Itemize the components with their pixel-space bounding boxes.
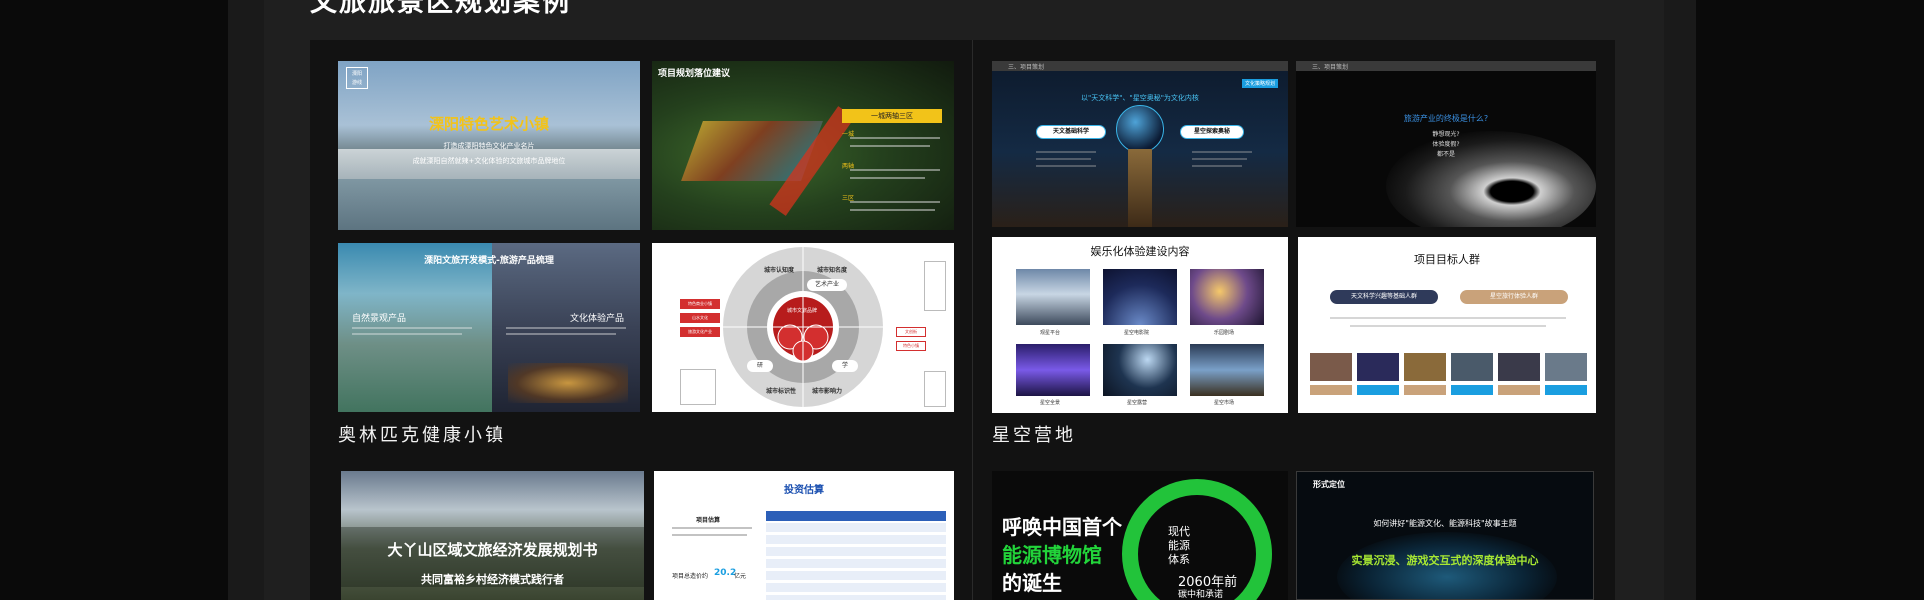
right-margin — [1696, 0, 1924, 600]
total-unit: 亿元 — [734, 573, 747, 580]
slide-title: 溧阳文旅开发模式-旅游产品梳理 — [424, 256, 554, 266]
slide-title: 溧阳特色艺术小镇 — [428, 115, 549, 133]
photo-5 — [1103, 344, 1177, 396]
slide-badge: 文化策略规划 — [1242, 79, 1279, 88]
audience-photo-6 — [1545, 353, 1587, 381]
mid-3: 体系 — [1168, 553, 1190, 566]
photo-1 — [1016, 269, 1090, 325]
photo-3 — [1190, 269, 1264, 325]
ring-top-left: 城市认知度 — [764, 267, 795, 274]
pill-art-industry: 艺术产业 — [807, 279, 847, 291]
ring-top-right: 城市知名度 — [817, 267, 848, 274]
answer-1: 静想观光? — [1432, 131, 1460, 138]
left-box-3: 旅游文化产业 — [680, 327, 720, 337]
caption-6: 星空市场 — [1214, 400, 1235, 406]
right-box-2: 特色小镇 — [896, 341, 926, 351]
case2-slide-tourism-question[interactable]: 三、项目策划 旅游产业的终极是什么? 静想观光? 体验度假? 都不是 — [1296, 61, 1596, 227]
case2-slide-target-audience[interactable]: 项目目标人群 天文科学兴趣等基础人群 星空旅行体验人群 — [1298, 237, 1596, 413]
audience-photo-5 — [1498, 353, 1540, 381]
slide-title: 投资估算 — [784, 485, 824, 496]
slide-title: 娱乐化体验建设内容 — [1090, 245, 1190, 258]
caption-3: 乐园剧场 — [1214, 330, 1235, 336]
pill-left: 天文科学兴趣等基础人群 — [1330, 290, 1438, 304]
line1: 呼唤中国首个 — [1002, 515, 1122, 539]
slide-title: 项目规划落位建议 — [658, 69, 731, 79]
pill-learn: 学 — [832, 360, 858, 372]
slide-title: 大丫山区域文旅经济发展规划书 — [387, 541, 598, 559]
slide-subtitle: 共同富裕乡村经济模式践行者 — [421, 573, 564, 586]
ring-bottom-left: 城市标识性 — [766, 388, 797, 395]
caption-5: 星空露营 — [1127, 400, 1148, 406]
total-value: 20.2 — [714, 568, 737, 578]
ring-bottom-right: 城市影响力 — [812, 388, 843, 395]
case3-slide-cover[interactable]: 大丫山区域文旅经济发展规划书 共同富裕乡村经济模式践行者 — [341, 471, 644, 600]
left-node: 天文基础科学 — [1036, 125, 1106, 139]
slide-label: 形式定位 — [1313, 480, 1345, 489]
caption-4: 星空全景 — [1040, 400, 1061, 406]
case1-name[interactable]: 奥林匹克健康小镇 — [338, 421, 506, 447]
photo-4 — [1016, 344, 1090, 396]
caption-1: 观星平台 — [1040, 330, 1061, 336]
case1-slide-art-town[interactable]: 溧阳 游线 溧阳特色艺术小镇 打造成溧阳特色文化产业名片 成就溧阳自然就辣+文化… — [338, 61, 640, 230]
answer-2: 体验度假? — [1432, 141, 1460, 148]
audience-photo-3 — [1404, 353, 1446, 381]
label-total: 项目总造价约 — [672, 573, 709, 580]
slide-tag: 一城两轴三区 — [842, 109, 942, 123]
case2-slide-entertainment[interactable]: 娱乐化体验建设内容 观星平台 星空电影院 乐园剧场 星空全景 星空露营 星空市场 — [992, 237, 1288, 413]
audience-photo-1 — [1310, 353, 1352, 381]
audience-photo-4 — [1451, 353, 1493, 381]
line2: 能源博物馆 — [1002, 543, 1102, 567]
year-sub: 碳中和承诺 — [1178, 590, 1224, 600]
slide-question: 旅游产业的终极是什么? — [1403, 114, 1489, 123]
section-label: 三、项目策划 — [1312, 64, 1349, 71]
case4-slide-positioning[interactable]: 形式定位 如何讲好"能源文化、能源科技"故事主题 实景沉浸、游戏交互式的深度体验… — [1296, 471, 1594, 600]
audience-photo-2 — [1357, 353, 1399, 381]
left-box-1: 特色商业小镇 — [680, 299, 720, 309]
left-box-2: 山水文化 — [680, 313, 720, 323]
pill-right: 星空旅行体验人群 — [1460, 290, 1568, 304]
case1-slide-planning-map[interactable]: 项目规划落位建议 一城两轴三区 一城 两轴 三区 — [652, 61, 954, 230]
case4-slide-energy-museum[interactable]: 呼唤中国首个 能源博物馆 的诞生 现代 能源 体系 2060年前 碳中和承诺 — [992, 471, 1288, 600]
answer-3: 都不是 — [1436, 151, 1455, 158]
slide-answer: 实景沉浸、游戏交互式的深度体验中心 — [1351, 554, 1539, 567]
photo-6 — [1190, 344, 1264, 396]
case1-slide-brand-diagram[interactable]: 城市认知度 城市知名度 城市标识性 城市影响力 城市文旅品牌 艺术产业 研 学 … — [652, 243, 954, 412]
slide-line2: 成就溧阳自然就辣+文化体验的文旅城市品牌地位 — [412, 157, 566, 165]
case2-name[interactable]: 星空营地 — [992, 421, 1076, 447]
left-heading: 自然景观产品 — [352, 314, 407, 324]
photo-2 — [1103, 269, 1177, 325]
right-node: 星空探索奥秘 — [1180, 125, 1244, 139]
ring-center: 城市文旅品牌 — [787, 308, 818, 314]
slide-subtitle: 以"天文科学"、"星空奥秘"为文化内核 — [1081, 94, 1199, 102]
slide-question: 如何讲好"能源文化、能源科技"故事主题 — [1373, 519, 1517, 528]
case1-slide-tourism-products[interactable]: 溧阳文旅开发模式-旅游产品梳理 自然景观产品 文化体验产品 — [338, 243, 640, 412]
logo-badge: 溧阳 游线 — [346, 67, 368, 89]
page: 文旅旅景区规划案例 溧阳 游线 溧阳特色艺术小镇 打造成溧阳特色文化产业名片 成… — [0, 0, 1924, 600]
right-box-1: 文创街 — [896, 327, 926, 337]
slide-line1: 打造成溧阳特色文化产业名片 — [443, 142, 535, 150]
case2-slide-culture-core[interactable]: 三、项目策划 以"天文科学"、"星空奥秘"为文化内核 文化策略规划 天文基础科学… — [992, 61, 1288, 227]
case3-slide-investment[interactable]: 投资估算 项目估算 项目总造价约 20.2 亿元 — [654, 471, 954, 600]
section-heading: 文旅旅景区规划案例 — [310, 0, 571, 18]
pill-study: 研 — [747, 360, 773, 372]
label-estimate: 项目估算 — [696, 517, 721, 524]
section-label: 三、项目策划 — [1008, 64, 1045, 71]
left-margin — [0, 0, 228, 600]
right-heading: 文化体验产品 — [570, 314, 625, 324]
grid-divider — [972, 40, 973, 600]
slide-title: 项目目标人群 — [1414, 253, 1480, 266]
caption-2: 星空电影院 — [1124, 330, 1150, 336]
investment-table — [766, 511, 946, 600]
line3: 的诞生 — [1002, 571, 1062, 595]
